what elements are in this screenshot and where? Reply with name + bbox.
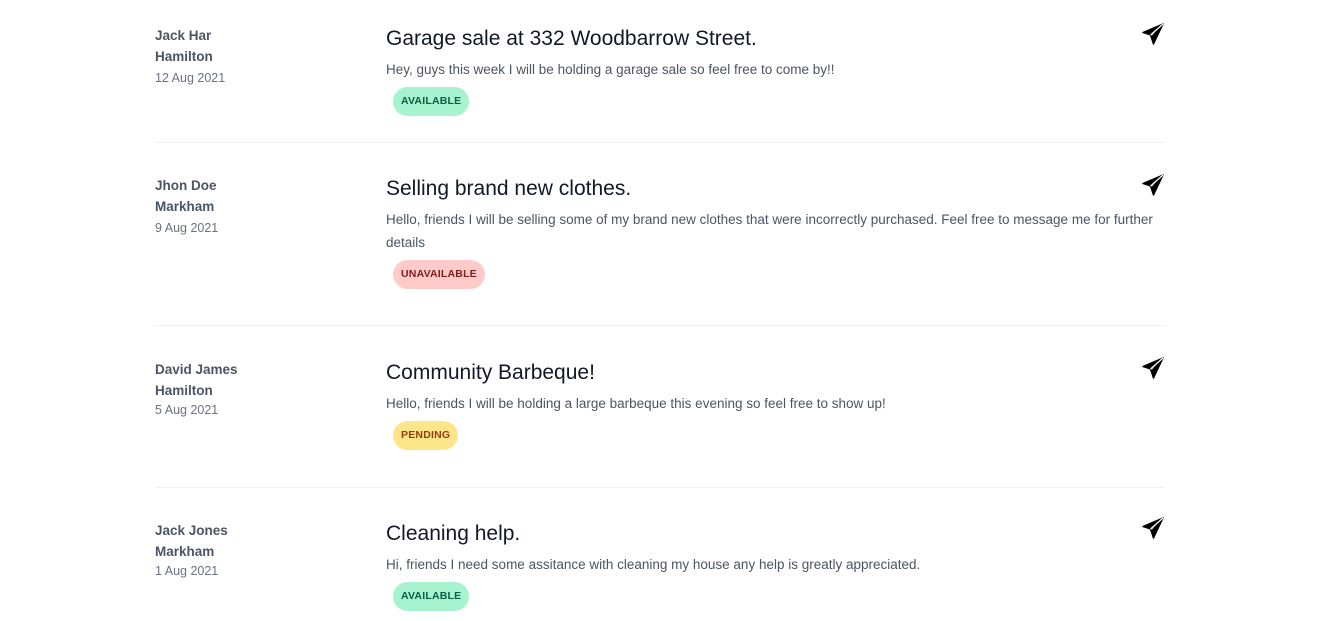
post-title: Cleaning help. xyxy=(386,522,521,545)
paper-plane-icon xyxy=(1142,174,1164,196)
post-item: Jack Jones Markham 1 Aug 2021 Cleaning h… xyxy=(155,488,1165,620)
post-meta: Jhon Doe Markham 9 Aug 2021 xyxy=(155,175,386,325)
post-date: 5 Aug 2021 xyxy=(155,403,219,417)
post-title: Selling brand new clothes. xyxy=(386,177,632,200)
post-description: Hi, friends I need some assitance with c… xyxy=(386,557,921,572)
post-description: Hello, friends I will be holding a large… xyxy=(386,396,886,411)
post-title: Community Barbeque! xyxy=(386,361,595,384)
post-body: Community Barbeque! Hello, friends I wil… xyxy=(386,359,1165,487)
post-item: Jhon Doe Markham 9 Aug 2021 Selling bran… xyxy=(155,143,1165,326)
post-author: Jack Jones xyxy=(155,523,228,538)
post-location: Hamilton xyxy=(155,49,213,64)
paper-plane-icon xyxy=(1142,517,1164,539)
post-author: Jhon Doe xyxy=(155,178,217,193)
status-badge: AVAILABLE xyxy=(393,582,470,611)
status-badge: UNAVAILABLE xyxy=(393,260,485,289)
post-feed: Jack Har Hamilton 12 Aug 2021 Garage sal… xyxy=(155,0,1165,620)
post-description: Hello, friends I will be selling some of… xyxy=(386,212,1153,250)
post-author: David James xyxy=(155,362,238,377)
paper-plane-icon xyxy=(1142,357,1164,379)
post-item: Jack Har Hamilton 12 Aug 2021 Garage sal… xyxy=(155,0,1165,143)
post-location: Markham xyxy=(155,544,215,559)
post-title: Garage sale at 332 Woodbarrow Street. xyxy=(386,27,757,50)
post-item: David James Hamilton 5 Aug 2021 Communit… xyxy=(155,326,1165,488)
status-badge: AVAILABLE xyxy=(393,87,470,116)
post-date: 12 Aug 2021 xyxy=(155,71,226,85)
post-location: Hamilton xyxy=(155,383,213,398)
post-author: Jack Har xyxy=(155,28,212,43)
post-meta: Jack Har Hamilton 12 Aug 2021 xyxy=(155,25,386,142)
post-meta: David James Hamilton 5 Aug 2021 xyxy=(155,359,386,487)
send-message-button[interactable] xyxy=(1141,173,1165,197)
post-body: Selling brand new clothes. Hello, friend… xyxy=(386,175,1165,325)
post-location: Markham xyxy=(155,199,215,214)
send-message-button[interactable] xyxy=(1141,356,1165,380)
paper-plane-icon xyxy=(1142,23,1164,45)
post-description: Hey, guys this week I will be holding a … xyxy=(386,62,835,77)
send-message-button[interactable] xyxy=(1141,516,1165,540)
post-meta: Jack Jones Markham 1 Aug 2021 xyxy=(155,520,386,620)
post-date: 9 Aug 2021 xyxy=(155,221,219,235)
send-message-button[interactable] xyxy=(1141,22,1165,46)
post-body: Garage sale at 332 Woodbarrow Street. He… xyxy=(386,25,1165,142)
status-badge: PENDING xyxy=(393,421,459,450)
post-body: Cleaning help. Hi, friends I need some a… xyxy=(386,520,1165,620)
post-date: 1 Aug 2021 xyxy=(155,564,219,578)
